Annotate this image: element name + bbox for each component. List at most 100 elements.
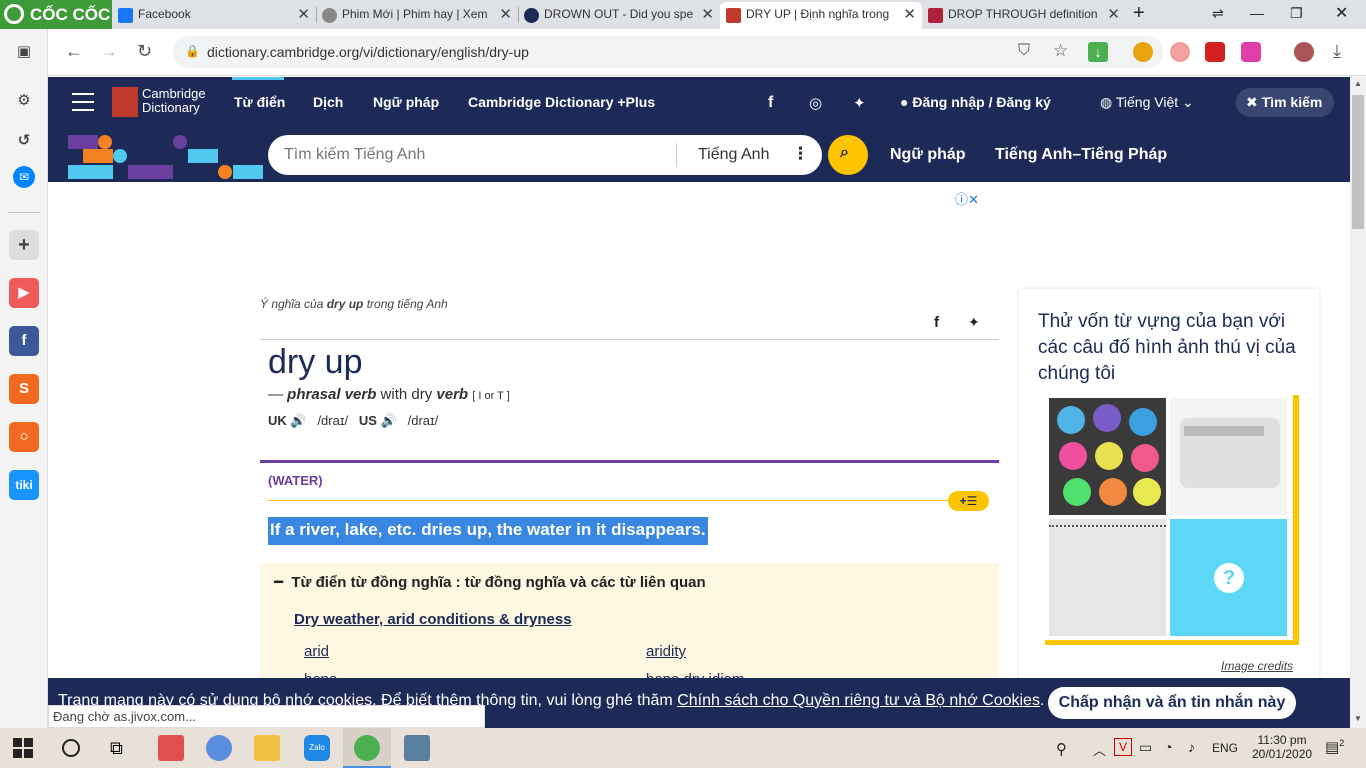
maximize-icon[interactable]: ❐	[1290, 0, 1303, 27]
more-options-icon[interactable]: ⋮	[792, 144, 809, 164]
reload-icon[interactable]: ↻	[137, 41, 152, 62]
nav-dictionary[interactable]: Từ điển	[234, 94, 285, 110]
uk-speaker-icon[interactable]: 🔊	[290, 413, 306, 428]
task-view-icon[interactable]: ⧉	[110, 738, 136, 764]
clock[interactable]: 11:30 pm 20/01/2020	[1252, 733, 1312, 761]
url-field[interactable]: 🔒 dictionary.cambridge.org/vi/dictionary…	[173, 36, 1163, 68]
tray-v-icon[interactable]: V	[1114, 738, 1132, 756]
globe-icon: ◍	[1100, 94, 1113, 110]
zalo-icon[interactable]: Zalo	[304, 735, 330, 761]
wifi-icon[interactable]: ◔	[1164, 739, 1172, 755]
search-button[interactable]: ⌕	[828, 135, 868, 175]
image-credits-link[interactable]: Image credits	[1221, 659, 1293, 673]
coccoc-taskbar-icon[interactable]	[354, 735, 380, 761]
window-close-icon[interactable]: ✕	[1335, 0, 1348, 27]
close-icon[interactable]: ✕	[903, 2, 916, 27]
tab-facebook[interactable]: Facebook ✕	[112, 2, 316, 29]
messenger-icon[interactable]: ✉	[13, 166, 35, 188]
download-icon[interactable]: ↓	[1088, 42, 1108, 62]
quiz-image-unknown[interactable]: ?	[1170, 519, 1287, 636]
scrollbar-thumb[interactable]	[1352, 95, 1364, 229]
minimize-icon[interactable]: —	[1250, 0, 1264, 27]
people-icon[interactable]: ⚲	[1056, 740, 1067, 758]
quiz-title[interactable]: Thử vốn từ vựng của bạn với các câu đố h…	[1038, 309, 1298, 387]
extension-shield-icon[interactable]	[1170, 42, 1190, 62]
input-language[interactable]: ENG	[1212, 741, 1238, 755]
login-link[interactable]: ● Đăng nhập / Đăng ký	[900, 94, 1051, 110]
twitter-icon[interactable]: ✦	[853, 94, 866, 112]
thesaurus-topic-link[interactable]: Dry weather, arid conditions & dryness	[294, 611, 572, 628]
shield-icon[interactable]: ⛉	[1018, 42, 1030, 60]
search-app-icon[interactable]: ○	[9, 422, 39, 452]
hamburger-menu-icon[interactable]	[72, 93, 94, 111]
extension-red-icon[interactable]	[1205, 42, 1225, 62]
search-language-selector[interactable]: Tiếng Anh	[698, 146, 769, 164]
cortana-icon[interactable]	[62, 739, 80, 757]
windows-start-icon[interactable]	[13, 738, 33, 758]
profile-avatar[interactable]	[1294, 42, 1314, 62]
tab-drop-through[interactable]: DROP THROUGH definition ✕	[922, 2, 1126, 29]
page-scrollbar[interactable]: ▲ ▼	[1350, 77, 1366, 728]
nav-translate[interactable]: Dịch	[313, 94, 343, 110]
file-explorer-icon[interactable]	[254, 735, 280, 761]
bookmark-star-icon[interactable]: ☆	[1053, 41, 1068, 61]
new-tab-button[interactable]: +	[1133, 0, 1145, 27]
subnav-grammar[interactable]: Ngữ pháp	[890, 146, 966, 164]
accept-cookies-button[interactable]: Chấp nhận và ẩn tin nhắn này	[1048, 687, 1296, 719]
battery-icon[interactable]: ▭	[1139, 739, 1152, 756]
quiz-image-sewing-machine[interactable]	[1170, 398, 1287, 515]
login-label: Đăng nhập / Đăng ký	[912, 94, 1051, 110]
add-to-list-button[interactable]: +☰	[948, 491, 989, 511]
scroll-up-icon[interactable]: ▲	[1354, 79, 1362, 88]
forward-icon[interactable]: →	[100, 41, 118, 62]
add-shortcut-icon[interactable]: +	[9, 230, 39, 260]
tab-phim-moi[interactable]: Phim Mới | Phim hay | Xem ✕	[316, 2, 518, 29]
tiki-icon[interactable]: tiki	[9, 470, 39, 500]
tray-chevron-icon[interactable]: ︿	[1093, 740, 1106, 759]
tab-list-icon[interactable]: ⇌	[1212, 0, 1224, 27]
download-tray-icon[interactable]: ⤓	[1333, 41, 1341, 62]
site-logo[interactable]: Cambridge Dictionary	[142, 87, 206, 115]
quiz-image-grid[interactable]: ?	[1045, 392, 1293, 640]
back-icon[interactable]: ←	[65, 41, 83, 62]
quiz-image-sketch[interactable]	[1049, 519, 1166, 636]
nav-grammar[interactable]: Ngữ pháp	[373, 94, 439, 110]
close-icon[interactable]: ✕	[1107, 2, 1120, 27]
tab-drown-out[interactable]: DROWN OUT - Did you spe ✕	[518, 2, 720, 29]
instagram-icon[interactable]: ◎	[809, 94, 822, 112]
close-icon[interactable]: ✕	[499, 2, 512, 27]
subnav-english-french[interactable]: Tiếng Anh–Tiếng Pháp	[995, 146, 1167, 164]
sidebar-toggle-icon[interactable]: ▣	[9, 37, 39, 67]
taskbar-app-1-icon[interactable]	[158, 735, 184, 761]
settings-icon[interactable]: ⚙	[9, 86, 39, 116]
shopee-icon[interactable]: S	[9, 374, 39, 404]
thesaurus-word-link[interactable]: aridity	[646, 643, 686, 660]
volume-icon[interactable]: ♪	[1188, 739, 1195, 755]
youtube-icon[interactable]: ▶	[9, 278, 39, 308]
close-search-button[interactable]: ✖ Tìm kiếm	[1236, 88, 1334, 117]
extension-coccoc-icon[interactable]	[1133, 42, 1153, 62]
language-selector[interactable]: ◍ Tiếng Việt ⌄	[1100, 94, 1194, 111]
thesaurus-header[interactable]: ━ Từ điển từ đồng nghĩa : từ đồng nghĩa …	[274, 573, 706, 591]
privacy-policy-link[interactable]: Chính sách cho Quyền riêng tư và Bộ nhớ …	[677, 692, 1040, 709]
us-speaker-icon[interactable]: 🔊	[381, 413, 397, 428]
search-input[interactable]: Tìm kiếm Tiếng Anh Tiếng Anh ⋮	[268, 135, 822, 175]
nav-plus[interactable]: Cambridge Dictionary +Plus	[468, 94, 655, 110]
facebook-shortcut-icon[interactable]: f	[9, 326, 39, 356]
quiz-image-paints[interactable]	[1049, 398, 1166, 515]
scroll-down-icon[interactable]: ▼	[1354, 714, 1362, 723]
notification-icon[interactable]: ▤2	[1325, 738, 1344, 756]
thesaurus-word-link[interactable]: arid	[304, 643, 329, 660]
share-facebook-icon[interactable]: f	[934, 314, 939, 331]
taskbar-app-3-icon[interactable]	[404, 735, 430, 761]
tab-dry-up[interactable]: DRY UP | Định nghĩa trong ✕	[720, 2, 922, 29]
close-icon[interactable]: ✕	[297, 2, 310, 27]
coccoc-logo[interactable]: CỐC CỐC	[0, 0, 112, 29]
extension-color-icon[interactable]	[1241, 42, 1261, 62]
history-icon[interactable]: ↺	[9, 126, 39, 156]
facebook-icon[interactable]: f	[768, 94, 773, 112]
taskbar-app-2-icon[interactable]	[206, 735, 232, 761]
share-twitter-icon[interactable]: ✦	[968, 314, 980, 331]
close-icon[interactable]: ✕	[701, 2, 714, 27]
ad-info-icon[interactable]: ⓘ✕	[955, 189, 979, 208]
